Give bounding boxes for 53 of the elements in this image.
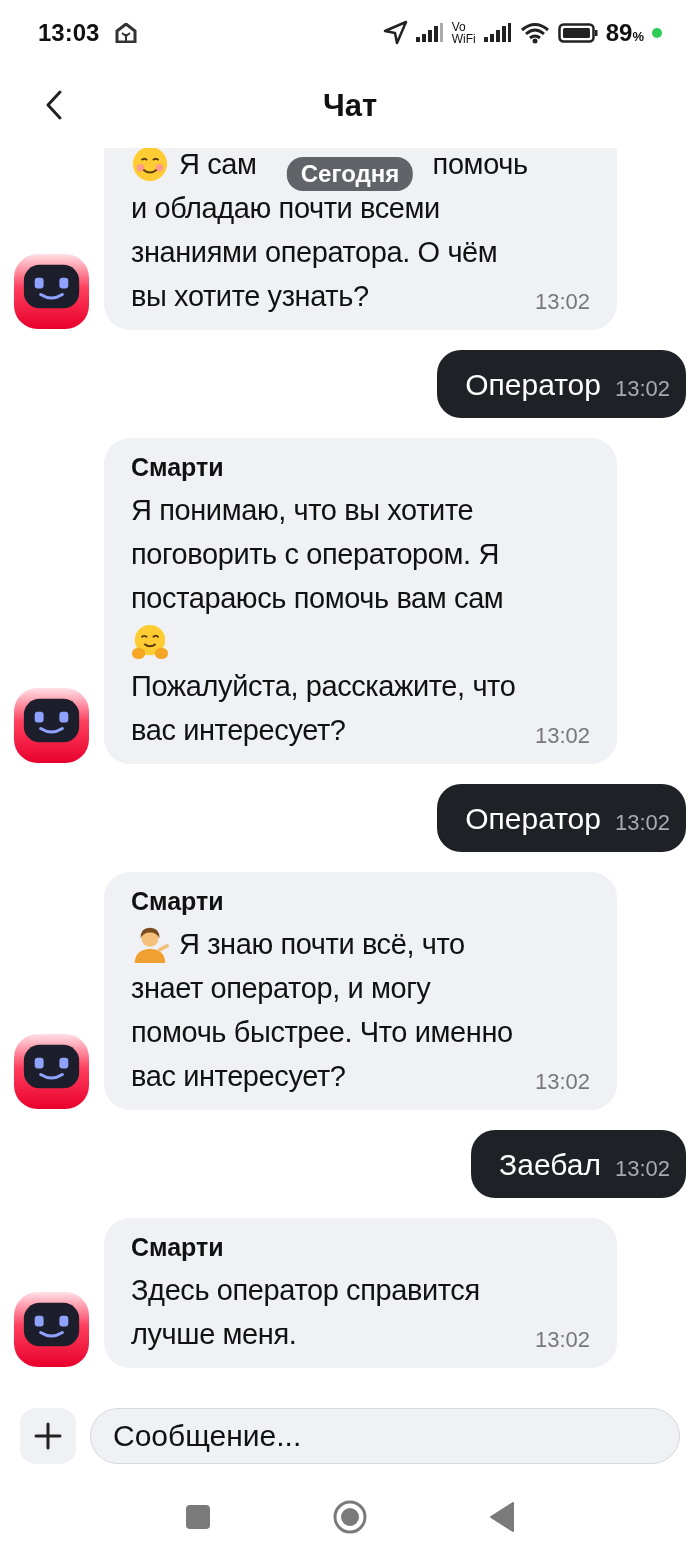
message-text: Пожалуйста, расскажите, что	[131, 669, 516, 704]
sender-name: Смарти	[131, 886, 225, 916]
message-text: вас интересует?	[131, 713, 346, 748]
plus-icon	[34, 1422, 62, 1450]
status-time: 13:03	[38, 17, 100, 48]
add-button[interactable]	[20, 1408, 76, 1464]
message-text: вы хотите узнать?	[131, 279, 369, 314]
message-text: знаниями оператора. О чём	[131, 235, 498, 270]
header-title: Чат	[322, 87, 378, 126]
vowifi-label: Vo	[451, 20, 467, 33]
sender-name: Смарти	[131, 452, 225, 482]
message-time: 13:02	[534, 721, 590, 750]
message-text: Заебал	[499, 1146, 601, 1183]
battery-percentage: 89	[605, 17, 633, 48]
message-text: Здесь оператор справится	[131, 1273, 480, 1308]
smiling-face-icon	[131, 148, 169, 183]
location-icon	[381, 19, 408, 46]
message-time: 13:02	[534, 1325, 590, 1354]
message-text: и обладаю почти всеми	[131, 191, 440, 226]
message-text: лучше меня.	[131, 1317, 297, 1352]
message-text: вас интересует?	[131, 1059, 346, 1094]
message-input[interactable]: Сообщение...	[90, 1408, 680, 1464]
vowifi-label: WiFi	[451, 32, 476, 45]
message-text: Я знаю почти всё, что	[179, 927, 465, 962]
status-dot-icon	[652, 27, 662, 38]
message-time: 13:02	[614, 1154, 670, 1183]
wifi-icon	[519, 21, 550, 44]
hugging-face-icon	[131, 623, 169, 661]
circle-icon	[333, 1500, 367, 1534]
message-text: помочь быстрее. Что именно	[131, 1015, 513, 1050]
chevron-left-icon	[44, 89, 64, 121]
message-text: постараюсь помочь вам сам	[131, 581, 504, 616]
message-text: знает оператор, и могу	[131, 971, 431, 1006]
sender-name: Смарти	[131, 1232, 225, 1262]
message-text: Я понимаю, что вы хотите	[131, 493, 474, 528]
home-app-icon	[115, 22, 138, 43]
message-time: 13:02	[534, 1067, 590, 1096]
message-text: Оператор	[465, 800, 601, 837]
battery-percentage-unit: %	[632, 28, 644, 46]
message-text: Я сам	[179, 148, 257, 182]
triangle-icon	[489, 1502, 515, 1532]
back-button[interactable]	[44, 89, 64, 121]
message-text: поговорить с оператором. Я	[131, 537, 499, 572]
message-text: помочь	[432, 148, 528, 182]
message-time: 13:02	[614, 374, 670, 403]
message-time: 13:02	[614, 808, 670, 837]
date-label: Сегодня	[286, 157, 414, 191]
message-time: 13:02	[534, 287, 590, 316]
square-icon	[185, 1504, 211, 1530]
message-text: Оператор	[465, 366, 601, 403]
battery-icon	[557, 22, 598, 43]
signal-icon	[483, 22, 512, 43]
signal-icon	[415, 22, 444, 43]
